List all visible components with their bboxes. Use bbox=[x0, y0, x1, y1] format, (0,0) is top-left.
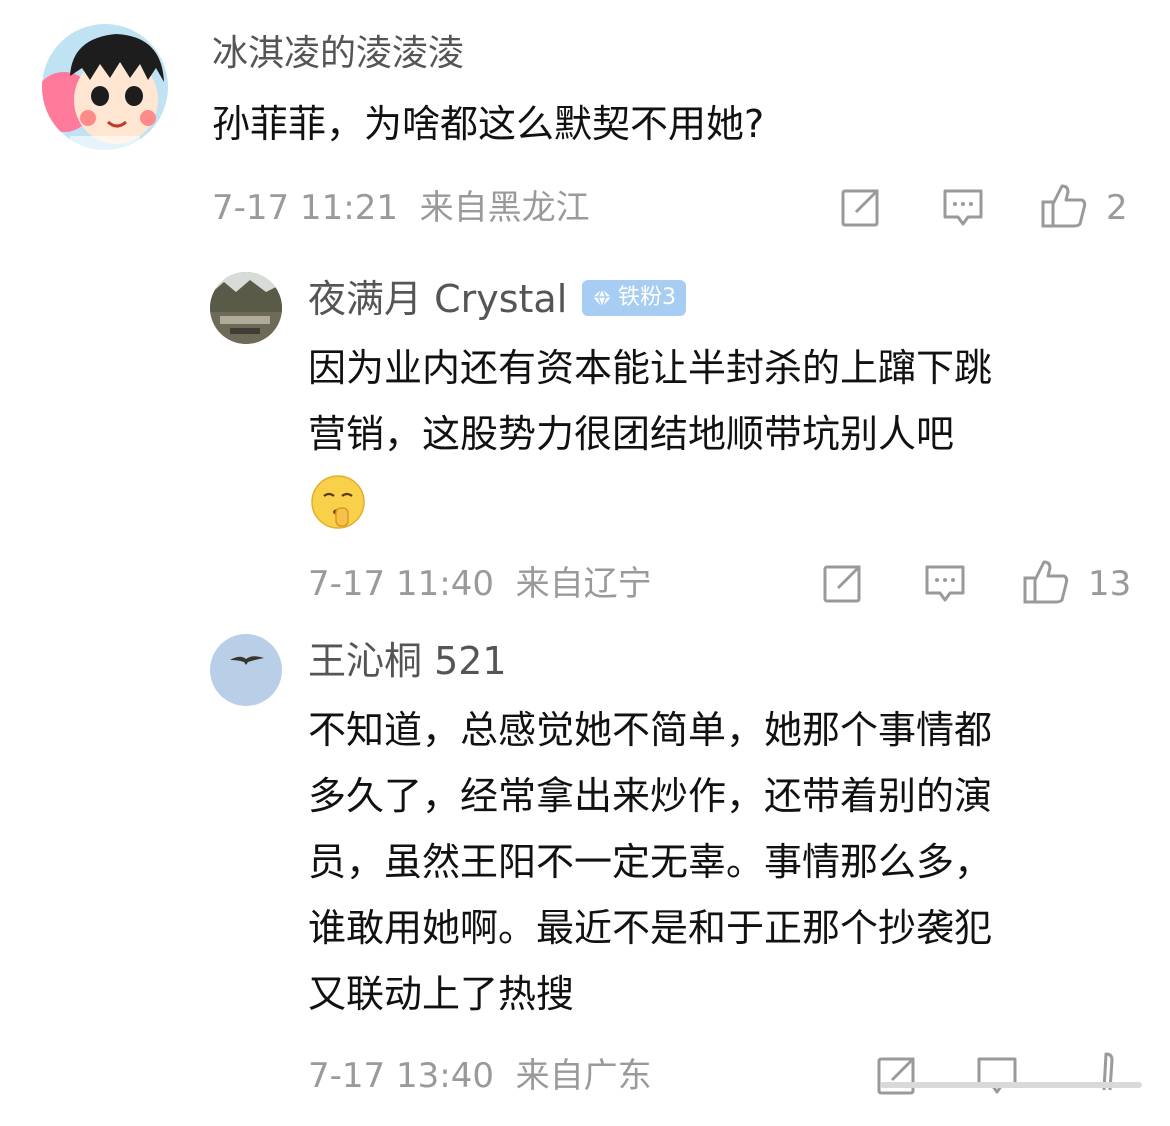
bird-in-sky-avatar-icon bbox=[210, 634, 282, 706]
username[interactable]: 王沁桐 521 bbox=[308, 638, 507, 684]
comment-meta: 7-17 11:40 来自辽宁 bbox=[308, 564, 652, 604]
location: 来自辽宁 bbox=[515, 564, 652, 604]
comment-icon[interactable] bbox=[924, 562, 966, 604]
username[interactable]: 夜满月 Crystal bbox=[308, 276, 567, 322]
location: 来自广东 bbox=[515, 1056, 652, 1096]
like-count: 2 bbox=[1106, 188, 1128, 228]
timestamp: 7-17 13:40 bbox=[308, 1056, 494, 1096]
like-count: 13 bbox=[1088, 564, 1132, 604]
comment-text-line: 因为业内还有资本能让半封杀的上蹿下跳 bbox=[308, 346, 993, 390]
share-icon[interactable] bbox=[822, 562, 864, 604]
badge-label: 铁粉3 bbox=[618, 285, 676, 310]
diamond-icon bbox=[593, 287, 611, 310]
comment-text-line: 多久了，经常拿出来炒作，还带着别的演 bbox=[308, 774, 993, 818]
thumbs-up-icon[interactable] bbox=[1022, 558, 1070, 606]
comment-icon[interactable] bbox=[976, 1054, 1018, 1096]
fan-badge[interactable]: 铁粉3 bbox=[582, 280, 686, 316]
comment-text-line: 又联动上了热搜 bbox=[308, 972, 575, 1016]
comment-meta: 7-17 13:40 来自广东 bbox=[308, 1056, 652, 1096]
timestamp: 7-17 11:40 bbox=[308, 564, 494, 604]
comment-thread: 冰淇凌的淩淩淩 孙菲菲，为啥都这么默契不用她? 7-17 11:21 来自黑龙江… bbox=[0, 0, 1170, 1126]
shush-face-emoji bbox=[311, 475, 365, 529]
comment-icon[interactable] bbox=[942, 186, 984, 228]
thumbs-up-icon[interactable] bbox=[1084, 1050, 1132, 1098]
comment-text-line: 不知道，总感觉她不简单，她那个事情都 bbox=[308, 708, 993, 752]
avatar[interactable] bbox=[210, 272, 282, 344]
avatar[interactable] bbox=[210, 634, 282, 706]
share-icon[interactable] bbox=[876, 1054, 918, 1096]
comment-text-line: 营销，这股势力很团结地顺带坑别人吧 bbox=[308, 412, 955, 456]
comment-meta: 7-17 11:21 来自黑龙江 bbox=[212, 188, 590, 228]
timestamp: 7-17 11:21 bbox=[212, 188, 398, 228]
location: 来自黑龙江 bbox=[419, 188, 590, 228]
username[interactable]: 冰淇凌的淩淩淩 bbox=[212, 32, 464, 76]
comment-text: 孙菲菲，为啥都这么默契不用她? bbox=[212, 102, 765, 146]
comment-text-line: 谁敢用她啊。最近不是和于正那个抄袭犯 bbox=[308, 906, 993, 950]
comment-text-line: 员，虽然王阳不一定无辜。事情那么多， bbox=[308, 840, 993, 884]
avatar[interactable] bbox=[42, 24, 168, 150]
thumbs-up-icon[interactable] bbox=[1040, 182, 1088, 230]
cartoon-girl-avatar-icon bbox=[42, 24, 168, 150]
landscape-photo-avatar-icon bbox=[210, 272, 282, 344]
share-icon[interactable] bbox=[840, 186, 882, 228]
watermark-bar bbox=[880, 1082, 1142, 1088]
